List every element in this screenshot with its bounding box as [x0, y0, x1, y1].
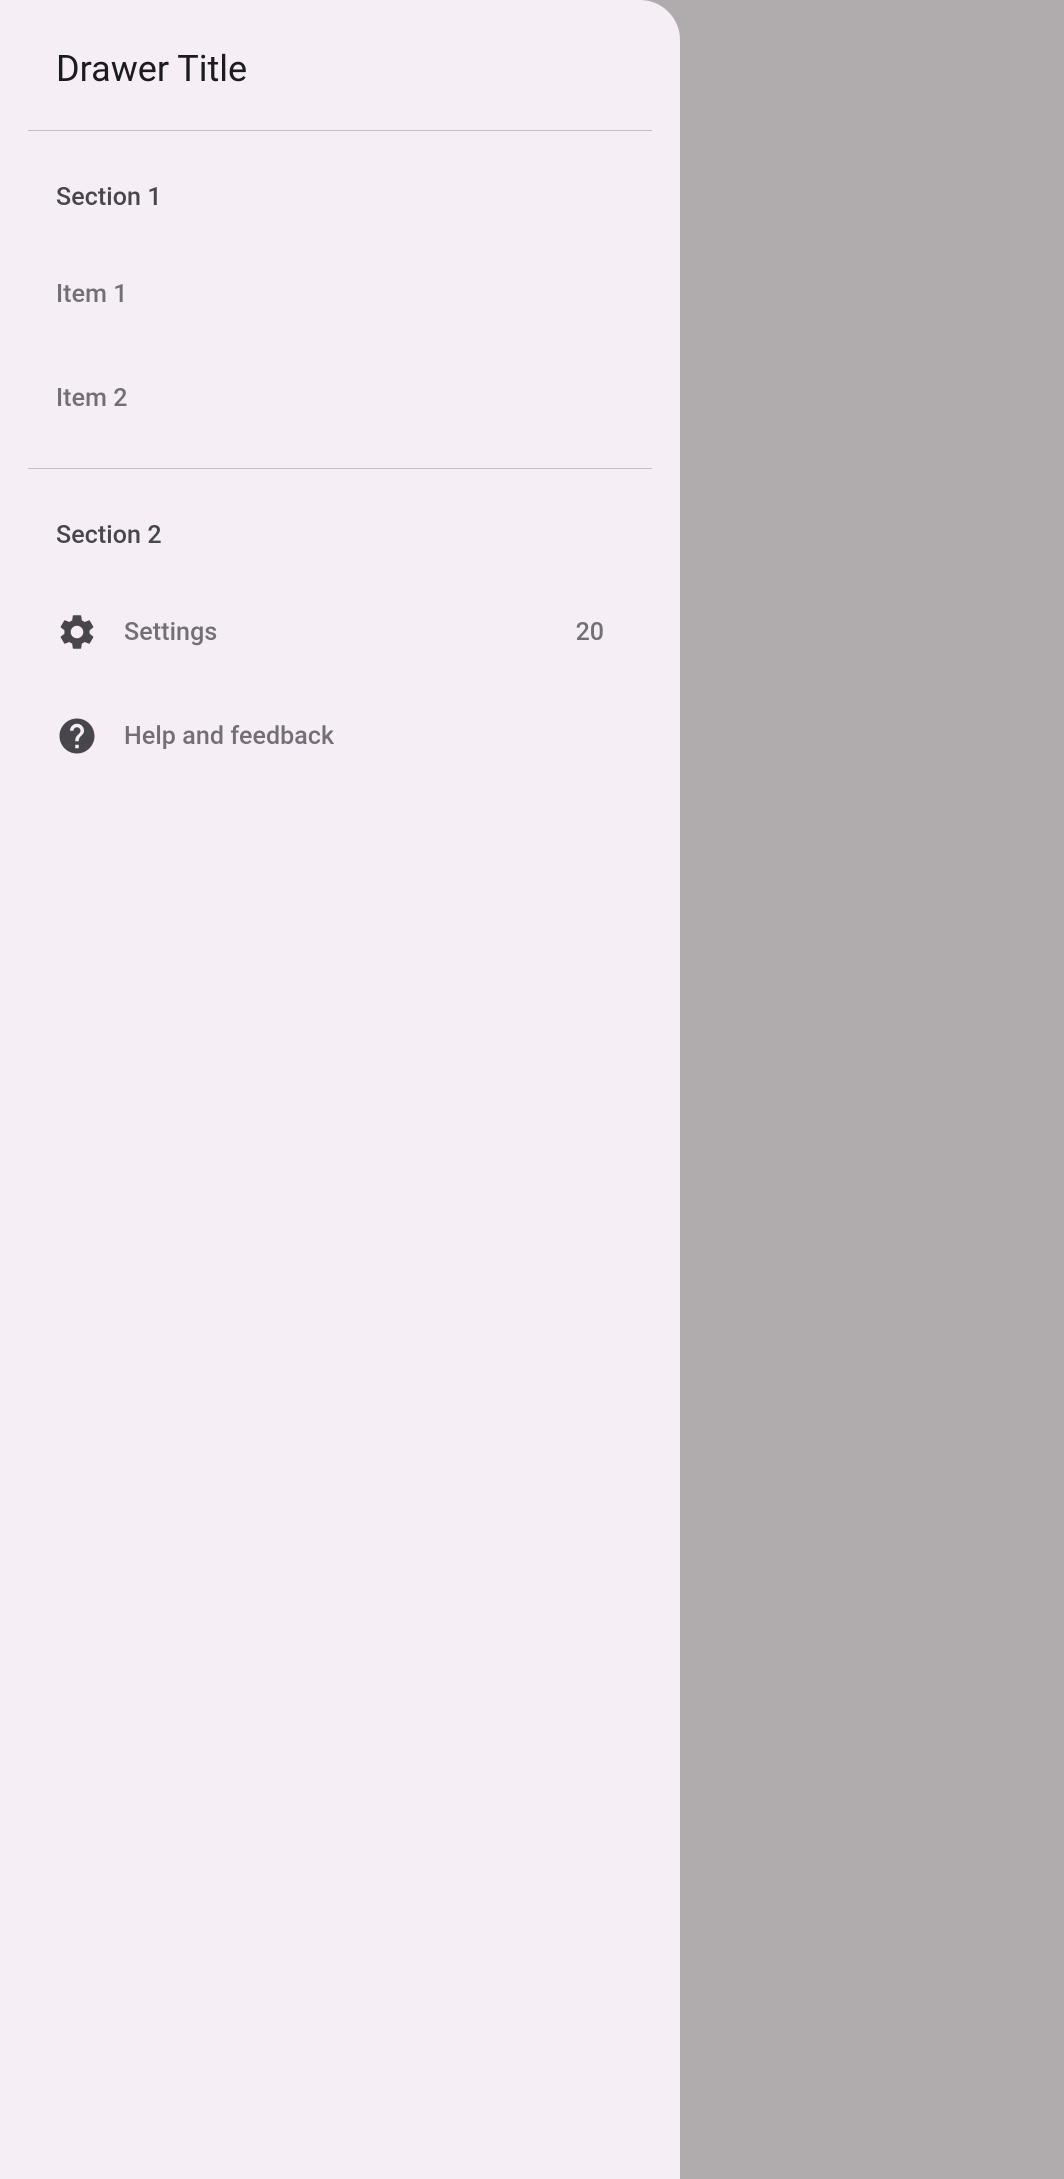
drawer-item-label: Settings [124, 618, 576, 647]
drawer-title: Drawer Title [0, 0, 680, 130]
drawer-item-settings[interactable]: Settings 20 [0, 580, 680, 684]
drawer-item-label: Item 1 [56, 280, 624, 309]
section-2-header: Section 2 [0, 499, 680, 580]
drawer-item-label: Help and feedback [124, 722, 624, 751]
section-1-header: Section 1 [0, 131, 680, 242]
drawer-item-help[interactable]: Help and feedback [0, 684, 680, 788]
drawer-item-label: Item 2 [56, 384, 624, 413]
drawer-item-2[interactable]: Item 2 [0, 346, 680, 450]
help-icon [56, 715, 98, 757]
gear-icon [56, 611, 98, 653]
navigation-drawer: Drawer Title Section 1 Item 1 Item 2 Sec… [0, 0, 680, 2179]
drawer-item-1[interactable]: Item 1 [0, 242, 680, 346]
drawer-item-badge: 20 [576, 618, 624, 647]
